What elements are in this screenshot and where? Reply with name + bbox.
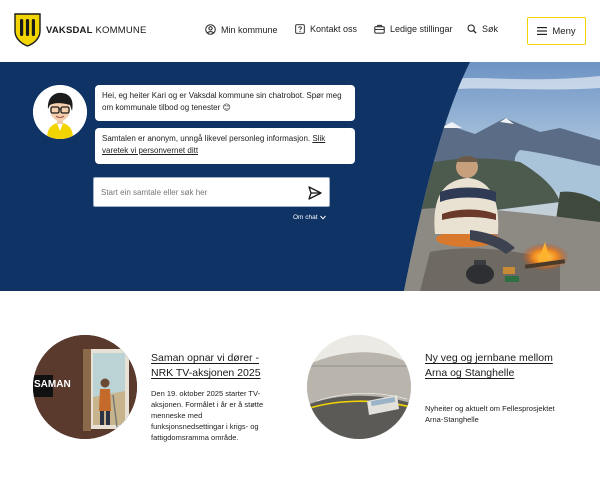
nav-kontakt-oss[interactable]: Kontakt oss bbox=[295, 24, 357, 34]
send-icon[interactable] bbox=[308, 186, 322, 200]
chat-input-box bbox=[93, 177, 330, 207]
coat-of-arms-icon bbox=[14, 13, 41, 47]
tunnel-illustration bbox=[307, 335, 411, 439]
menu-button[interactable]: Meny bbox=[527, 17, 586, 45]
chatbot-hero: Hei, eg heiter Kari og er Vaksdal kommun… bbox=[0, 62, 600, 291]
chat-search-input[interactable] bbox=[101, 187, 301, 197]
card-title-arna-stanghelle[interactable]: Ny veg og jernbane mellom Arna og Stangh… bbox=[425, 351, 555, 381]
about-chat-toggle[interactable]: Om chat bbox=[293, 214, 326, 221]
nav-sok[interactable]: Søk bbox=[467, 24, 498, 34]
site-header: VAKSDAL KOMMUNE Min kommune Kontakt oss … bbox=[0, 0, 600, 62]
user-circle-icon bbox=[205, 24, 216, 35]
chevron-down-icon bbox=[319, 215, 326, 220]
briefcase-icon bbox=[374, 24, 385, 34]
hamburger-icon bbox=[537, 27, 548, 35]
question-square-icon bbox=[295, 24, 305, 34]
site-logo[interactable]: VAKSDAL KOMMUNE bbox=[14, 13, 146, 47]
nav-ledige-stillingar[interactable]: Ledige stillingar bbox=[374, 24, 453, 34]
chatbot-message-privacy: Samtalen er anonym, unngå likevel person… bbox=[95, 128, 355, 164]
card-image-text: SAMAN bbox=[34, 379, 71, 390]
chatbot-avatar bbox=[33, 85, 87, 139]
tv-aksjonen-image[interactable]: SAMAN bbox=[33, 335, 137, 439]
search-icon bbox=[467, 24, 477, 34]
logo-text: VAKSDAL KOMMUNE bbox=[46, 24, 147, 36]
arna-stanghelle-image[interactable] bbox=[307, 335, 411, 439]
card-title-tv-aksjonen[interactable]: Saman opnar vi dører - NRK TV-aksjonen 2… bbox=[151, 351, 281, 381]
nav-min-kommune[interactable]: Min kommune bbox=[205, 24, 278, 35]
chatbot-message-greeting: Hei, eg heiter Kari og er Vaksdal kommun… bbox=[95, 85, 355, 121]
kari-avatar-icon bbox=[33, 85, 87, 139]
tv-aksjonen-photo: SAMAN bbox=[33, 335, 137, 439]
card-desc-arna-stanghelle: Nyheiter og aktuelt om Fellesprosjektet … bbox=[425, 404, 555, 424]
card-desc-tv-aksjonen: Den 19. oktober 2025 starter TV-aksjonen… bbox=[151, 389, 264, 442]
